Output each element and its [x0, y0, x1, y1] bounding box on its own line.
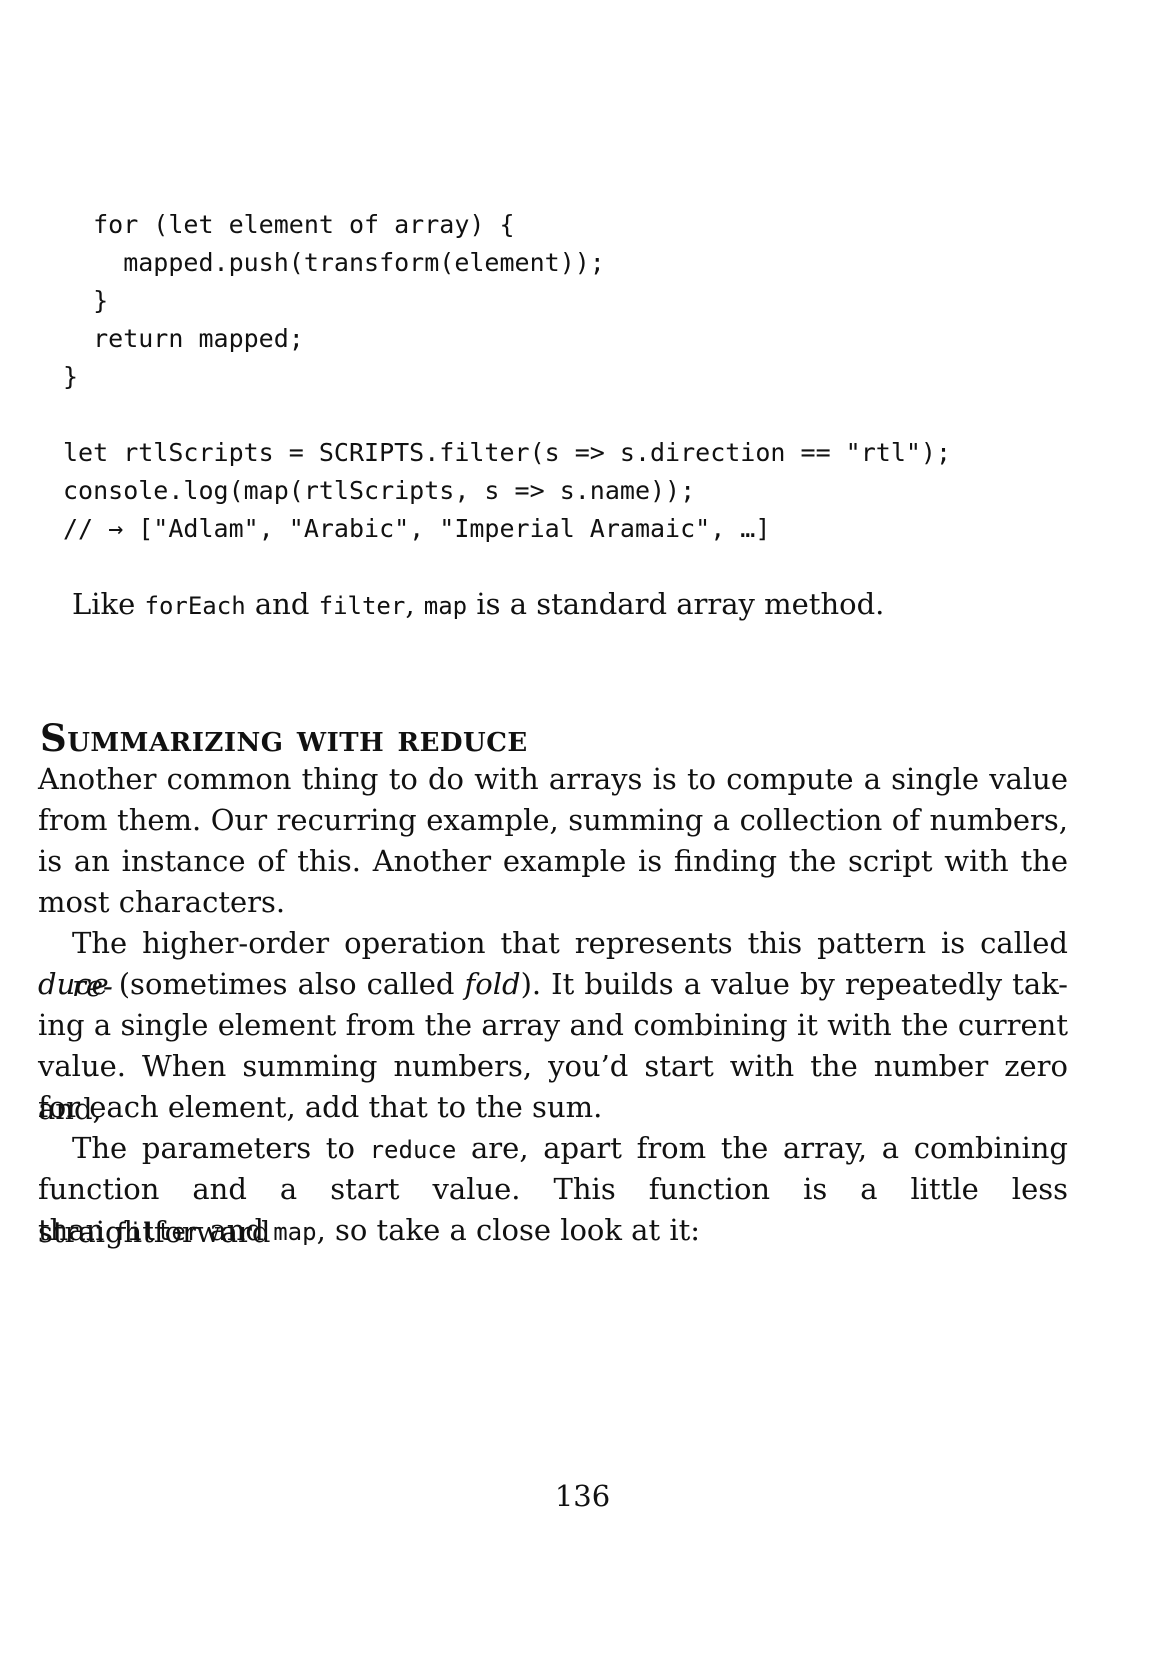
text-run: (sometimes also called: [108, 967, 465, 1001]
text-run: Like: [72, 587, 145, 621]
code-line: mapped.push(transform(element));: [63, 248, 605, 277]
paragraph-line: than filter and map, so take a close loo…: [38, 1209, 1068, 1254]
paragraph-line: is an instance of this. Another example …: [38, 844, 1068, 878]
text-run: ,: [405, 587, 424, 621]
inline-code: forEach: [144, 592, 246, 620]
page-number: 136: [554, 1479, 611, 1513]
text-run: The higher-order operation that represen…: [72, 926, 1068, 960]
paragraph-line: most characters.: [38, 885, 286, 919]
text-run: than: [38, 1213, 114, 1247]
code-line: }: [63, 286, 109, 315]
text-run: are, apart from the array, a combining: [456, 1131, 1068, 1165]
code-line: }: [63, 362, 79, 391]
emphasis: fold: [464, 967, 521, 1001]
paragraph-line: Another common thing to do with arrays i…: [38, 762, 1068, 796]
code-block: for (let element of array) { mapped.push…: [63, 206, 951, 548]
text-run: The parameters to: [72, 1131, 370, 1165]
code-line: console.log(map(rtlScripts, s => s.name)…: [63, 476, 696, 505]
code-line: // → ["Adlam", "Arabic", "Imperial Arama…: [63, 514, 771, 543]
intro-paragraph: Like forEach and filter, map is a standa…: [72, 583, 1112, 628]
paragraph-line: for each element, add that to the sum.: [38, 1090, 603, 1124]
inline-code: reduce: [369, 1136, 457, 1164]
book-page: for (let element of array) { mapped.push…: [0, 0, 1165, 1654]
code-line: return mapped;: [63, 324, 304, 353]
text-run: and: [200, 1213, 274, 1247]
emphasis: duce: [38, 967, 109, 1001]
inline-code: filter: [113, 1218, 201, 1246]
section-heading: Summarizing with reduce: [40, 716, 528, 760]
paragraph-line: from them. Our recurring example, summin…: [38, 803, 1068, 837]
paragraph-line: duce (sometimes also called fold). It bu…: [38, 963, 1068, 1006]
paragraph-line: ing a single element from the array and …: [38, 1008, 1068, 1042]
text-run: and: [245, 587, 319, 621]
text-run: is a standard array method.: [467, 587, 885, 621]
text-run: ). It builds a value by repeatedly tak-: [520, 967, 1068, 1001]
inline-code: filter: [318, 592, 406, 620]
code-line: for (let element of array) {: [63, 210, 515, 239]
inline-code: map: [423, 592, 468, 620]
inline-code: map: [273, 1218, 317, 1246]
paragraph-line: The parameters to reduce are, apart from…: [72, 1127, 1068, 1172]
code-line: let rtlScripts = SCRIPTS.filter(s => s.d…: [63, 438, 952, 467]
text-run: , so take a close look at it:: [316, 1213, 701, 1247]
